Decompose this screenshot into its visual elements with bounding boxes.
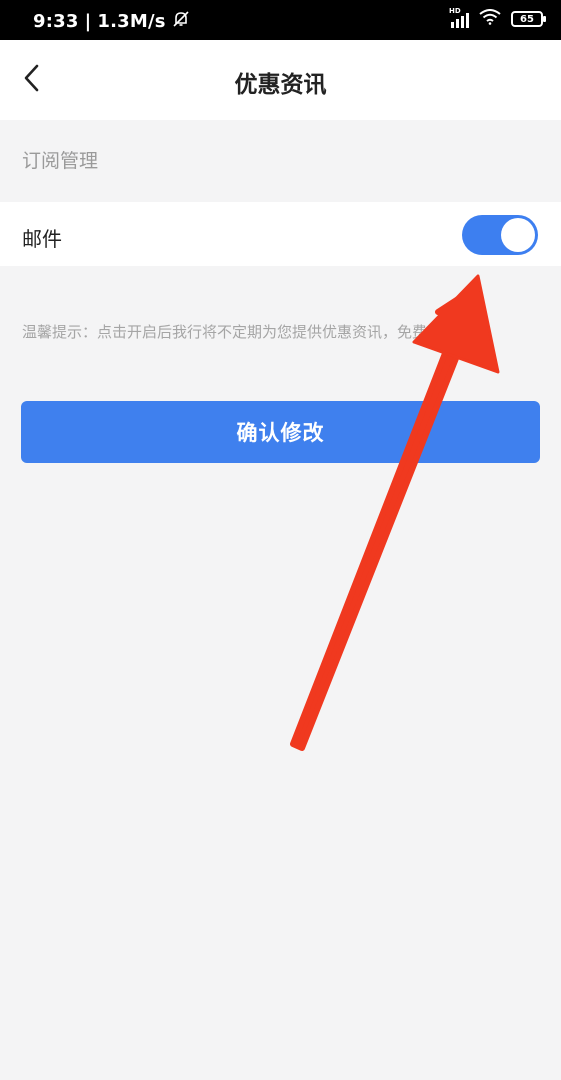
bell-muted-icon [172,10,190,33]
section-title: 订阅管理 [22,150,99,172]
status-separator: | [84,11,92,32]
page-title: 优惠资讯 [234,72,327,98]
toggle-knob [501,218,535,252]
status-bar: 9:33 | 1.3M/s HD 65 [0,0,561,40]
wifi-icon [479,9,501,29]
hd-label: HD [449,7,461,15]
battery-level: 65 [520,13,534,25]
subscription-section-header: 订阅管理 [0,120,561,202]
network-speed: 1.3M/s [97,11,166,32]
mail-toggle[interactable] [462,215,538,255]
status-right: HD 65 [449,7,546,29]
mail-subscription-row: 邮件 [0,202,561,266]
status-left: 9:33 | 1.3M/s [33,10,190,33]
signal-icon: HD [449,7,469,28]
battery-icon: 65 [511,11,546,27]
mail-label: 邮件 [22,227,62,251]
nav-bar: 优惠资讯 [0,40,561,120]
tip-text: 温馨提示：点击开启后我行将不定期为您提供优惠资讯，免费。 [22,323,443,341]
status-time: 9:33 [33,11,79,32]
confirm-button[interactable]: 确认修改 [21,401,540,463]
